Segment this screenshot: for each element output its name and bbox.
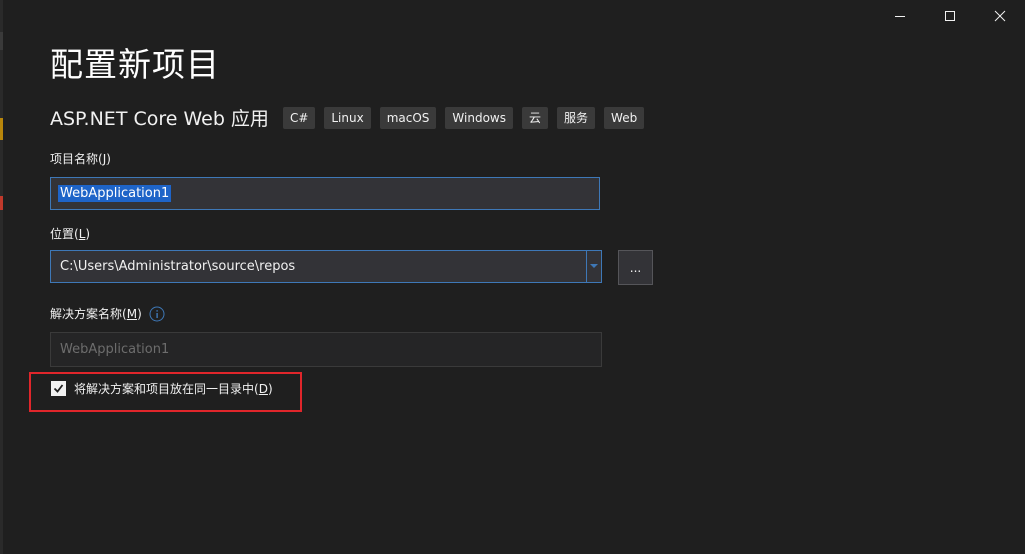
minimize-button[interactable] [875, 4, 925, 28]
chevron-down-icon [590, 264, 598, 268]
solution-name-placeholder: WebApplication1 [60, 342, 170, 357]
tag: Web [604, 106, 645, 129]
tag: Linux [324, 106, 371, 129]
same-directory-checkbox[interactable] [51, 381, 66, 396]
location-label: 位置(L) [50, 226, 91, 242]
maximize-button[interactable] [925, 4, 975, 28]
maximize-icon [945, 11, 955, 21]
tag: 服务 [557, 106, 596, 129]
edge-marker [0, 118, 3, 140]
tag: 云 [522, 106, 549, 129]
solution-name-input: WebApplication1 [50, 332, 602, 367]
window-controls [875, 4, 1025, 28]
project-name-value: WebApplication1 [58, 185, 172, 202]
edge-marker [0, 196, 3, 210]
tag-list: C# Linux macOS Windows 云 服务 Web [282, 106, 653, 129]
location-dropdown-button[interactable] [586, 251, 601, 282]
same-directory-label: 将解决方案和项目放在同一目录中 [74, 382, 255, 396]
project-name-label: 项目名称(J) [50, 151, 111, 167]
close-icon [994, 10, 1006, 22]
edge-marker [0, 32, 3, 50]
tag: C# [282, 106, 316, 129]
solution-name-label: 解决方案名称(M) [50, 305, 165, 322]
tag: macOS [379, 106, 437, 129]
project-type-name: ASP.NET Core Web 应用 [50, 108, 269, 130]
browse-button[interactable]: ... [618, 250, 653, 285]
left-window-edge [0, 0, 3, 554]
project-name-input[interactable]: WebApplication1 [50, 177, 600, 210]
tag: Windows [445, 106, 513, 129]
project-type-row: ASP.NET Core Web 应用 C# Linux macOS Windo… [50, 104, 653, 131]
info-icon[interactable] [149, 306, 165, 322]
minimize-icon [895, 16, 905, 17]
page-title: 配置新项目 [50, 45, 220, 84]
checkmark-icon [53, 384, 64, 393]
location-value: C:\Users\Administrator\source\repos [60, 259, 296, 274]
location-combobox[interactable]: C:\Users\Administrator\source\repos [50, 250, 602, 283]
close-button[interactable] [975, 4, 1025, 28]
same-directory-option[interactable]: 将解决方案和项目放在同一目录中(D) [51, 380, 273, 397]
